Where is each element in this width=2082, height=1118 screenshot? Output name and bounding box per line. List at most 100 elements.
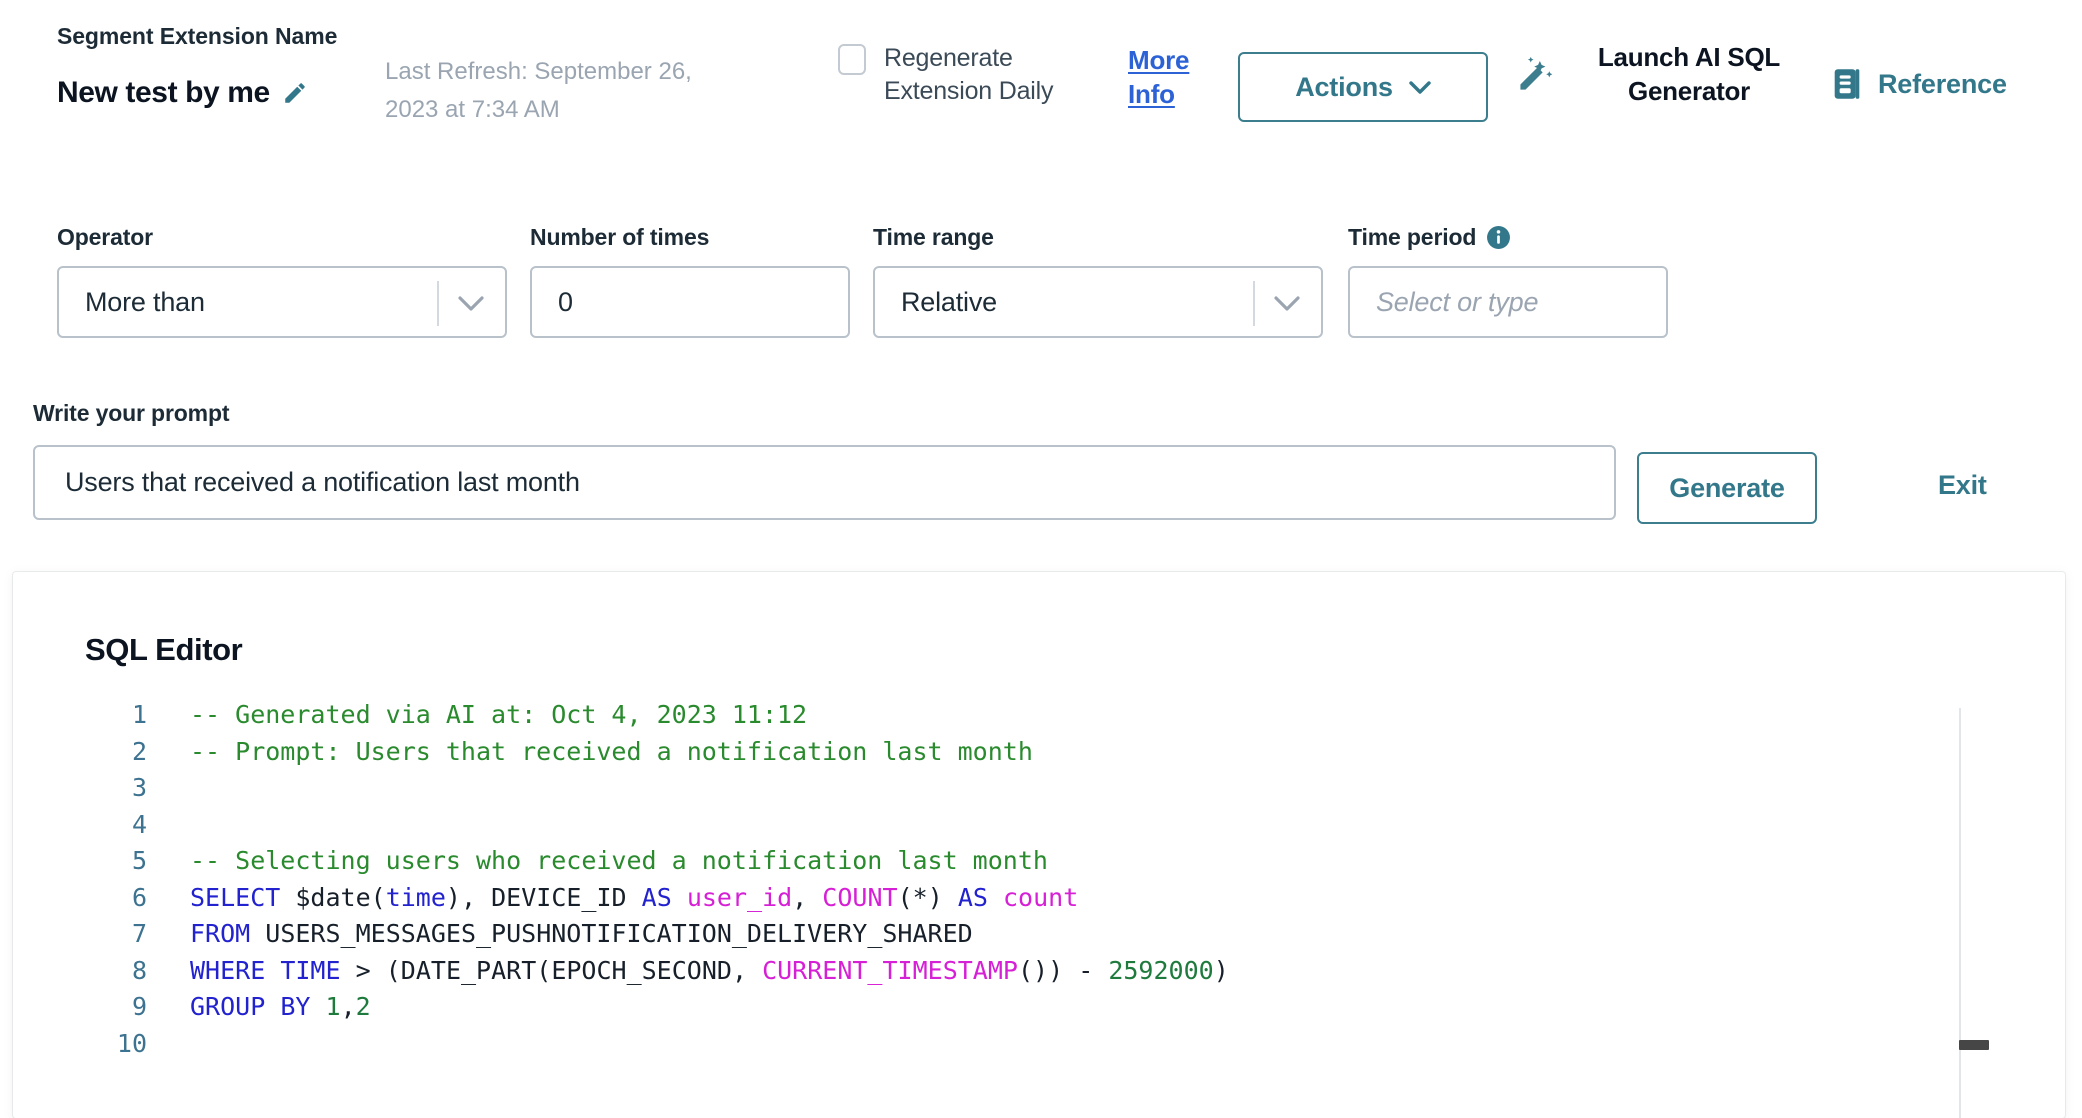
editor-horizontal-scrollbar[interactable]	[1959, 1040, 1989, 1050]
exit-button-label: Exit	[1938, 470, 1987, 500]
sql-token: USERS_MESSAGES_PUSHNOTIFICATION_DELIVERY…	[265, 919, 973, 948]
sql-token: *	[912, 882, 928, 912]
sql-keyword: AS	[957, 882, 988, 912]
ai-sql-generator-screen: Segment Extension Name New test by me La…	[0, 0, 2082, 1118]
code-line[interactable]: 5 -- Selecting users who received a noti…	[85, 846, 2065, 883]
sql-editor-panel: SQL Editor 1 -- Generated via AI at: Oct…	[13, 572, 2065, 1118]
number-of-times-input[interactable]: 0	[530, 266, 850, 338]
time-period-label: Time period	[1348, 224, 1668, 251]
line-number: 3	[131, 773, 147, 802]
checkbox-box[interactable]	[838, 44, 866, 75]
code-line[interactable]: 6 SELECT $date(time), DEVICE_ID AS user_…	[85, 883, 2065, 920]
operator-label: Operator	[57, 224, 153, 250]
sql-token: (	[536, 955, 552, 985]
code-line[interactable]: 4	[85, 810, 2065, 847]
editor-right-rule	[1959, 708, 1961, 1118]
sql-token: )	[1213, 955, 1229, 985]
sql-token: )	[927, 882, 943, 912]
sql-token: ,	[731, 955, 748, 985]
generate-button[interactable]: Generate	[1637, 452, 1817, 524]
sql-keyword: GROUP	[190, 992, 266, 1021]
time-period-label-text: Time period	[1348, 224, 1477, 250]
page-header: Segment Extension Name New test by me La…	[0, 0, 2082, 168]
code-line-active[interactable]: 10	[85, 1029, 2065, 1066]
line-content: WHERE TIME > (DATE_PART(EPOCH_SECOND, CU…	[147, 956, 1229, 985]
line-number: 7	[131, 919, 147, 948]
sql-token: )	[1048, 955, 1064, 985]
sql-comment: -- Generated via AI at: Oct 4, 2023 11:1…	[190, 700, 808, 729]
segment-name-row: New test by me	[57, 76, 387, 110]
line-content: -- Selecting users who received a notifi…	[147, 846, 1048, 875]
sql-number: 1	[325, 992, 341, 1021]
code-line[interactable]: 7 FROM USERS_MESSAGES_PUSHNOTIFICATION_D…	[85, 919, 2065, 956]
pencil-icon[interactable]	[282, 80, 308, 106]
sql-token: (	[385, 955, 401, 985]
chevron-down-icon[interactable]	[457, 295, 485, 312]
select-divider	[1253, 281, 1255, 326]
sql-token: )	[445, 882, 461, 912]
regenerate-extension-daily-label: Regenerate Extension Daily	[884, 44, 1054, 105]
sql-token: ,	[340, 992, 356, 1021]
line-number: 4	[131, 809, 147, 839]
sql-token: EPOCH_SECOND	[551, 955, 732, 985]
sql-function: COUNT	[822, 882, 898, 912]
sql-token: ,	[792, 882, 808, 912]
sql-token: -	[1078, 955, 1094, 985]
sql-token: (	[1017, 955, 1034, 985]
code-line[interactable]: 1 -- Generated via AI at: Oct 4, 2023 11…	[85, 700, 2065, 737]
time-range-select[interactable]: Relative	[873, 266, 1323, 338]
operator-select[interactable]: More than	[57, 266, 507, 338]
launch-ai-sql-generator-button[interactable]: Launch AI SQL Generator	[1515, 40, 1805, 108]
code-line[interactable]: 8 WHERE TIME > (DATE_PART(EPOCH_SECOND, …	[85, 956, 2065, 993]
more-info-link[interactable]: More Info	[1128, 43, 1233, 111]
line-number: 10	[116, 1028, 147, 1058]
operator-field: Operator More than	[57, 224, 507, 338]
time-period-field: Time period Select or type	[1348, 224, 1668, 338]
chevron-down-icon[interactable]	[1273, 295, 1301, 312]
sql-token: DEVICE_ID	[491, 882, 627, 912]
prompt-input-value: Users that received a notification last …	[65, 467, 580, 497]
info-icon[interactable]	[1486, 225, 1511, 250]
sql-token: )	[1033, 955, 1049, 985]
line-content: SELECT $date(time), DEVICE_ID AS user_id…	[147, 883, 1078, 912]
sql-token: >	[355, 955, 371, 985]
line-number: 5	[131, 846, 147, 875]
sql-keyword: FROM	[190, 919, 251, 948]
regenerate-extension-daily-checkbox[interactable]: Regenerate Extension Daily	[838, 42, 1098, 108]
code-line[interactable]: 3	[85, 773, 2065, 810]
sql-function: count	[1002, 882, 1079, 912]
line-number: 2	[131, 736, 147, 766]
sql-function: CURRENT_TIMESTAMP	[762, 955, 1018, 985]
sql-keyword: time	[385, 882, 446, 912]
time-period-input[interactable]: Select or type	[1348, 266, 1668, 338]
reference-link[interactable]: Reference	[1832, 68, 2007, 100]
sql-code-area[interactable]: 1 -- Generated via AI at: Oct 4, 2023 11…	[85, 700, 2065, 1118]
prompt-input[interactable]: Users that received a notification last …	[33, 445, 1616, 520]
time-range-label: Time range	[873, 224, 994, 250]
code-line[interactable]: 2 -- Prompt: Users that received a notif…	[85, 737, 2065, 774]
sql-keyword: TIME	[280, 955, 341, 985]
line-number: 1	[131, 700, 147, 729]
exit-button[interactable]: Exit	[1938, 470, 1987, 501]
segment-name-value: New test by me	[57, 76, 270, 109]
actions-button[interactable]: Actions	[1238, 52, 1488, 122]
select-divider	[437, 281, 439, 326]
code-line[interactable]: 9 GROUP BY 1,2	[85, 992, 2065, 1029]
launch-ai-sql-generator-label: Launch AI SQL Generator	[1597, 42, 1781, 106]
number-of-times-field: Number of times 0	[530, 224, 850, 338]
sql-token: $date	[295, 882, 371, 912]
sql-token: DATE_PART	[400, 955, 537, 985]
sql-keyword: SELECT	[190, 882, 281, 912]
sql-token: (	[897, 882, 913, 912]
